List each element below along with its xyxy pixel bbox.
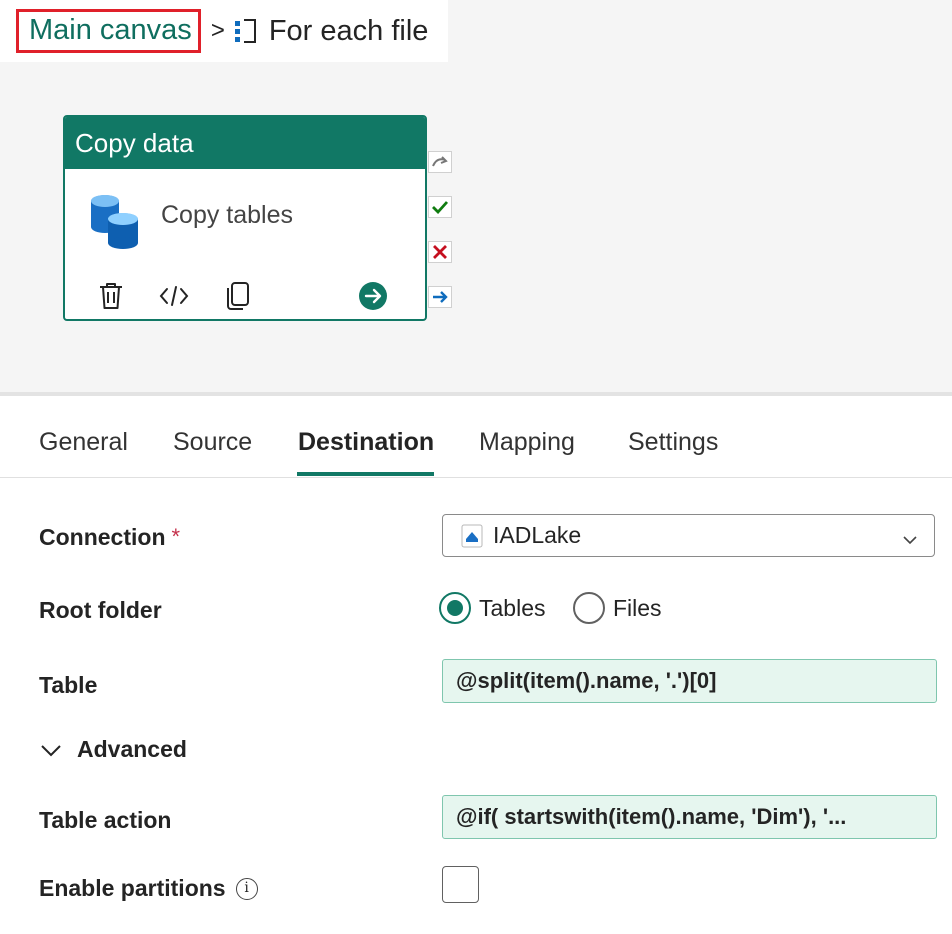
fail-connector[interactable] <box>428 241 452 263</box>
activity-name: Copy tables <box>161 201 294 229</box>
foreach-icon <box>233 17 259 45</box>
lakehouse-icon <box>461 524 483 548</box>
radio-files-label: Files <box>613 594 662 621</box>
go-arrow-icon[interactable] <box>357 279 389 313</box>
chevron-down-icon <box>39 738 63 762</box>
enable-partitions-label: Enable partitions i <box>39 875 258 902</box>
tab-destination[interactable]: Destination <box>298 428 434 457</box>
breadcrumb-main-canvas[interactable]: Main canvas <box>16 9 201 53</box>
breadcrumb: Main canvas > For each file <box>0 0 448 62</box>
chevron-down-icon <box>902 527 918 545</box>
table-action-expression-input[interactable]: @if( startswith(item().name, 'Dim'), '..… <box>442 795 937 839</box>
tab-general[interactable]: General <box>39 428 128 457</box>
radio-tables-label: Tables <box>479 594 546 621</box>
skip-connector[interactable] <box>428 151 452 173</box>
tab-mapping[interactable]: Mapping <box>479 428 575 457</box>
advanced-toggle[interactable]: Advanced <box>39 736 187 763</box>
required-marker: * <box>171 524 181 549</box>
database-icon <box>89 193 141 249</box>
pipeline-canvas[interactable]: Main canvas > For each file Copy data Co… <box>0 0 952 392</box>
radio-files[interactable]: Files <box>573 592 662 624</box>
tab-source[interactable]: Source <box>173 428 252 457</box>
activity-type-header: Copy data <box>65 117 425 169</box>
breadcrumb-current: For each file <box>268 14 429 47</box>
breadcrumb-separator: > <box>210 17 225 44</box>
connection-dropdown[interactable]: IADLake <box>442 514 935 557</box>
completion-connector[interactable] <box>428 286 452 308</box>
radio-files-indicator <box>573 592 605 624</box>
panel-resize-divider[interactable] <box>0 392 952 402</box>
radio-tables-indicator <box>439 592 471 624</box>
table-expression-input[interactable]: @split(item().name, '.')[0] <box>442 659 937 703</box>
connection-value: IADLake <box>493 522 582 548</box>
properties-tabs: General Source Destination Mapping Setti… <box>0 402 952 478</box>
table-label: Table <box>39 672 98 698</box>
enable-partitions-checkbox[interactable] <box>442 866 479 903</box>
active-tab-indicator <box>297 472 434 476</box>
success-connector[interactable] <box>428 196 452 218</box>
table-action-label: Table action <box>39 807 172 833</box>
connection-label: Connection * <box>39 524 181 550</box>
code-icon[interactable] <box>158 279 190 313</box>
copy-data-activity[interactable]: Copy data Copy tables <box>63 115 427 321</box>
radio-tables[interactable]: Tables <box>439 592 545 624</box>
tab-settings[interactable]: Settings <box>628 428 718 457</box>
info-icon[interactable]: i <box>235 878 258 900</box>
advanced-label: Advanced <box>77 736 187 762</box>
copy-icon[interactable] <box>221 279 253 313</box>
delete-icon[interactable] <box>95 279 127 313</box>
root-folder-label: Root folder <box>39 597 162 623</box>
